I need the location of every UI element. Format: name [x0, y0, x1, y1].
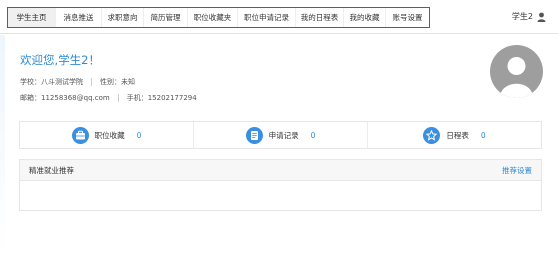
user-name: 学生2: [511, 12, 533, 21]
phone-text: 手机：15202177294: [126, 94, 197, 102]
info-divider: [91, 78, 92, 86]
info-divider: [117, 94, 119, 102]
gender-text: 性别：未知: [100, 78, 135, 86]
recommendation-title: 精准就业推荐: [29, 165, 74, 175]
top-navigation-bar: 学生主页 消息推送 求职意向 简历管理 职位收藏夹 职位申请记录 我的日程表 我…: [0, 0, 558, 34]
star-icon: [423, 126, 441, 144]
stat-label: 职位收藏: [94, 130, 125, 140]
nav-item-student-home[interactable]: 学生主页: [8, 8, 56, 27]
nav-item-account-settings[interactable]: 账号设置: [386, 8, 429, 27]
nav-item-my-schedule[interactable]: 我的日程表: [296, 8, 344, 27]
info-row-email-phone: 邮箱：11258368@qq.com 手机：15202177294: [20, 93, 197, 103]
nav-item-my-favorites[interactable]: 我的收藏: [344, 8, 386, 27]
stat-count: 0: [480, 130, 486, 140]
school-text: 学校：八斗测试学院: [20, 78, 83, 86]
stat-schedule[interactable]: 日程表 0: [368, 122, 541, 148]
recommendation-panel: 精准就业推荐 推荐设置: [19, 159, 542, 211]
stat-label: 日程表: [446, 130, 469, 140]
nav-item-application-records[interactable]: 职位申请记录: [238, 8, 296, 27]
email-text: 邮箱：11258368@qq.com: [20, 94, 110, 102]
nav-item-job-intention[interactable]: 求职意向: [102, 8, 144, 27]
stat-count: 0: [136, 130, 142, 140]
nav-item-message-push[interactable]: 消息推送: [56, 8, 102, 27]
nav-item-resume-management[interactable]: 简历管理: [144, 8, 188, 27]
stat-job-favorites[interactable]: 职位收藏 0: [20, 122, 194, 148]
briefcase-icon: [71, 126, 89, 144]
avatar-silhouette-icon: [500, 57, 533, 98]
stat-count: 0: [310, 130, 316, 140]
avatar: [490, 45, 543, 98]
welcome-message: 欢迎您,学生2！: [20, 53, 100, 67]
user-icon: [537, 12, 546, 22]
side-decoration: [0, 35, 5, 258]
recommendation-settings-link[interactable]: 推荐设置: [502, 165, 532, 176]
document-icon: [245, 126, 263, 144]
info-row-school-gender: 学校：八斗测试学院 性别：未知: [20, 77, 135, 87]
recommendation-header: 精准就业推荐 推荐设置: [20, 160, 541, 181]
stat-label: 申请记录: [268, 130, 299, 140]
stat-application-records[interactable]: 申请记录 0: [194, 122, 368, 148]
stats-bar: 职位收藏 0 申请记录 0 日程表 0: [19, 121, 542, 149]
main-nav: 学生主页 消息推送 求职意向 简历管理 职位收藏夹 职位申请记录 我的日程表 我…: [7, 7, 430, 28]
nav-item-job-favorites[interactable]: 职位收藏夹: [188, 8, 238, 27]
user-menu[interactable]: 学生2: [512, 11, 546, 22]
